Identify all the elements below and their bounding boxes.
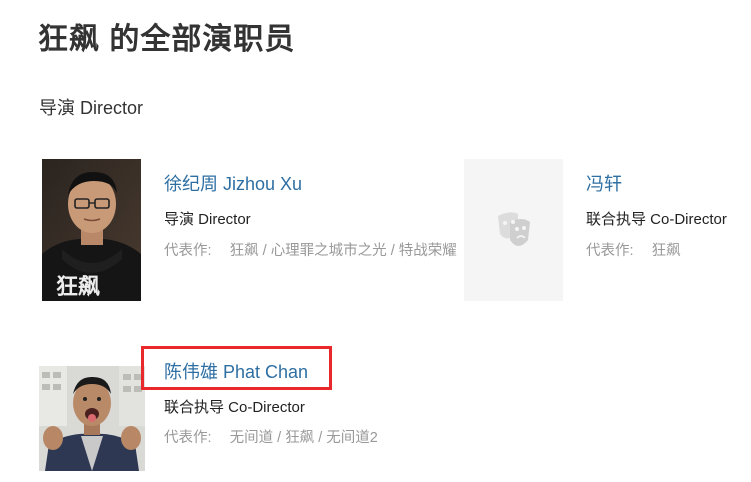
work-link[interactable]: 心理罪之城市之光 bbox=[271, 243, 387, 259]
person-role-jizhou-xu: 导演 Director bbox=[164, 211, 251, 228]
person-photo-image bbox=[39, 366, 145, 471]
work-link[interactable]: 狂飙 bbox=[652, 243, 681, 259]
svg-text:狂飙: 狂飙 bbox=[56, 274, 100, 299]
person-photo-feng-xuan[interactable] bbox=[464, 159, 563, 301]
person-works-feng-xuan: 代表作: 狂飙 bbox=[586, 238, 746, 264]
person-name-link-feng-xuan[interactable]: 冯轩 bbox=[586, 170, 622, 196]
person-photo-phat-chan[interactable] bbox=[39, 366, 145, 471]
works-label: 代表作: bbox=[164, 243, 212, 259]
page-title: 狂飙 的全部演职员 bbox=[38, 23, 296, 56]
person-role-phat-chan: 联合执导 Co-Director bbox=[164, 399, 305, 416]
works-label: 代表作: bbox=[164, 430, 212, 446]
works-label: 代表作: bbox=[586, 243, 634, 259]
work-link[interactable]: 狂飙 bbox=[285, 430, 314, 446]
person-photo-jizhou-xu[interactable]: 狂飙 bbox=[42, 159, 141, 301]
work-link[interactable]: 特战荣耀 bbox=[399, 243, 457, 259]
theater-masks-icon bbox=[498, 212, 530, 246]
section-title-director: 导演 Director bbox=[39, 98, 144, 118]
person-role-feng-xuan: 联合执导 Co-Director bbox=[586, 211, 727, 228]
person-works-phat-chan: 代表作: 无间道 / 狂飙 / 无间道2 bbox=[164, 430, 378, 446]
work-link[interactable]: 无间道2 bbox=[326, 430, 378, 446]
work-link[interactable]: 狂飙 bbox=[230, 243, 259, 259]
highlight-box bbox=[141, 346, 332, 390]
work-link[interactable]: 无间道 bbox=[230, 430, 274, 446]
person-photo-image: 狂飙 bbox=[42, 159, 141, 301]
person-works-jizhou-xu: 代表作: 狂飙 / 心理罪之城市之光 / 特战荣耀 bbox=[164, 243, 457, 259]
person-name-link-jizhou-xu[interactable]: 徐纪周 Jizhou Xu bbox=[164, 170, 302, 196]
